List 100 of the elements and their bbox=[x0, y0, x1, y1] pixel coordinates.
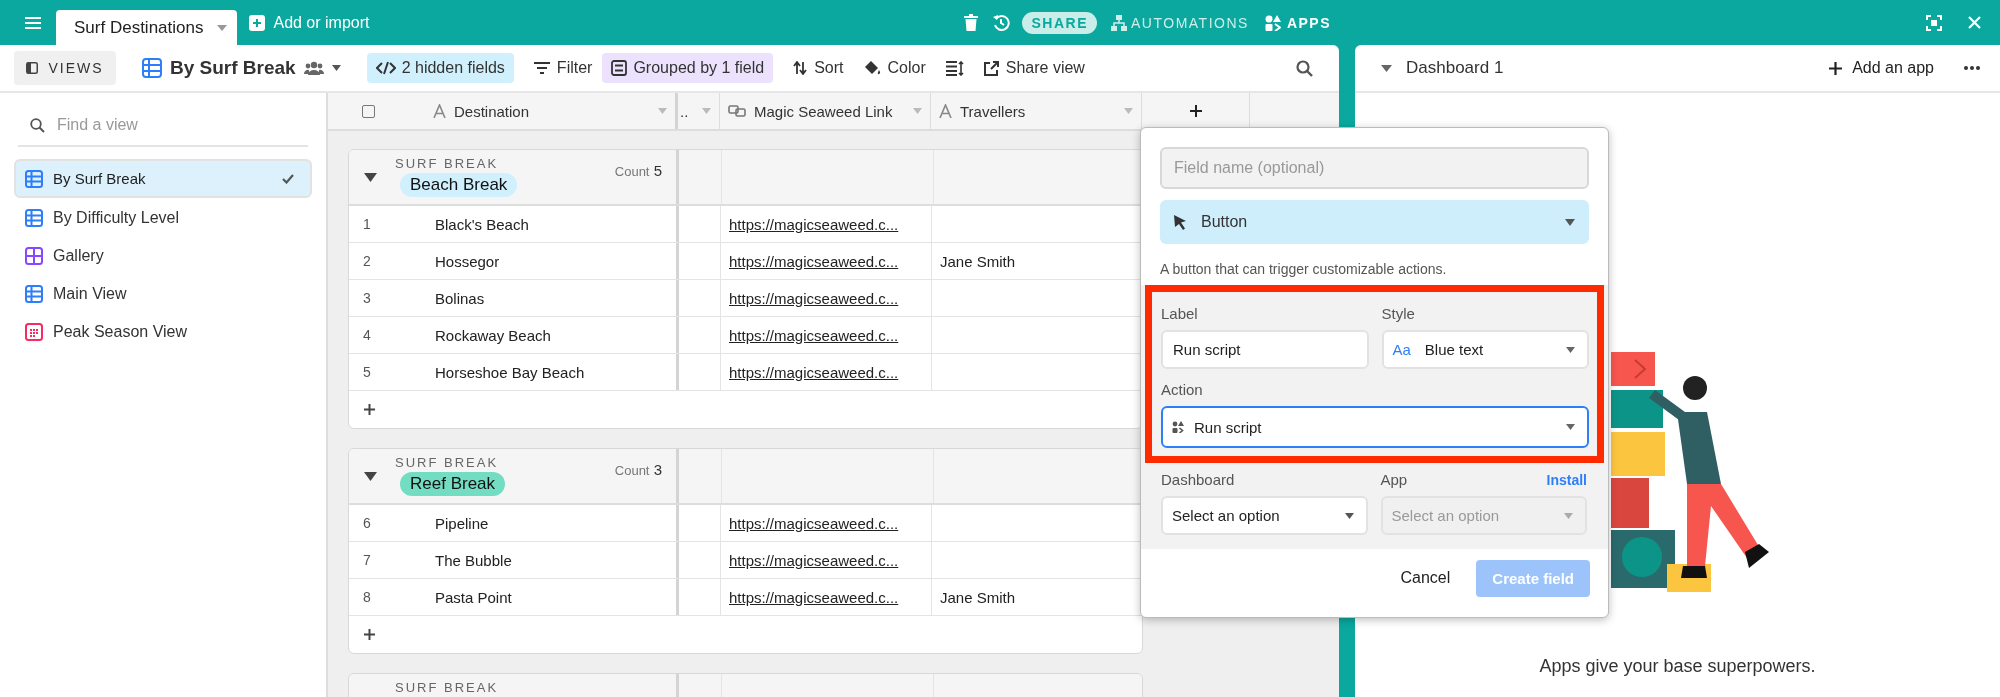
caret-icon[interactable] bbox=[1381, 64, 1392, 72]
plus-square-icon bbox=[249, 14, 266, 31]
field-name-input[interactable]: Field name (optional) bbox=[1160, 147, 1589, 189]
group-count: Count 3 bbox=[614, 460, 662, 478]
view-switcher[interactable]: By Surf Break bbox=[142, 57, 341, 79]
share-view-button[interactable]: Share view bbox=[983, 59, 1085, 77]
link[interactable]: https://magicseaweed.c... bbox=[729, 588, 899, 606]
add-row-icon[interactable] bbox=[364, 629, 375, 640]
row-number: 5 bbox=[362, 364, 372, 380]
close-icon[interactable] bbox=[1968, 16, 1981, 29]
table-cell: Horseshoe Bay Beach bbox=[435, 363, 585, 381]
group-field-label: SURF BREAK bbox=[395, 156, 499, 171]
view-item[interactable]: By Surf Break bbox=[14, 159, 312, 198]
people-icon bbox=[303, 61, 324, 75]
grid-icon bbox=[142, 58, 162, 78]
more-icon[interactable] bbox=[1964, 66, 1980, 70]
grid-icon bbox=[25, 284, 43, 303]
group-value-tag: Beach Break bbox=[400, 173, 518, 197]
group-field-label: SURF BREAK bbox=[395, 680, 499, 695]
field-caption: Label bbox=[1161, 305, 1199, 322]
shapes-icon bbox=[1264, 14, 1281, 31]
row-number: 8 bbox=[362, 589, 372, 605]
collapse-caret-icon[interactable] bbox=[364, 172, 377, 182]
style-select[interactable]: Aa Blue text bbox=[1381, 330, 1589, 369]
table-cell: Rockaway Beach bbox=[435, 326, 551, 344]
cursor-icon bbox=[1173, 214, 1187, 230]
row-number: 4 bbox=[362, 327, 372, 343]
caret-icon bbox=[1344, 512, 1354, 519]
link[interactable]: https://magicseaweed.c... bbox=[729, 289, 899, 307]
empty-state-message: Apps give your base superpowers. bbox=[1539, 656, 1816, 677]
link[interactable]: https://magicseaweed.c... bbox=[729, 252, 899, 270]
view-item[interactable]: Peak Season View bbox=[14, 313, 312, 350]
column-header[interactable]: Destination bbox=[328, 93, 678, 129]
group-list-icon bbox=[611, 60, 628, 76]
caret-icon bbox=[1566, 346, 1575, 353]
style-sample: Aa bbox=[1392, 341, 1411, 358]
collapse-caret-icon[interactable] bbox=[364, 471, 377, 481]
caret-icon bbox=[913, 108, 922, 114]
dashboard-title[interactable]: Dashboard 1 bbox=[1406, 58, 1504, 78]
plus-icon bbox=[1189, 105, 1202, 117]
base-tab[interactable]: Surf Destinations bbox=[56, 10, 238, 45]
link[interactable]: https://magicseaweed.c... bbox=[729, 551, 899, 569]
column-header[interactable]: .. bbox=[678, 93, 720, 129]
link[interactable]: https://magicseaweed.c... bbox=[729, 363, 899, 381]
caret-icon bbox=[702, 108, 711, 114]
menu-icon[interactable] bbox=[25, 15, 41, 30]
grouped-button[interactable]: Grouped by 1 field bbox=[602, 53, 774, 83]
check-icon bbox=[282, 173, 294, 184]
row-number: 1 bbox=[362, 216, 372, 232]
table-cell: Bolinas bbox=[435, 289, 485, 307]
search-icon bbox=[30, 117, 45, 133]
table-cell: Black's Beach bbox=[435, 215, 529, 233]
search-icon[interactable] bbox=[1296, 59, 1313, 77]
link[interactable]: https://magicseaweed.c... bbox=[729, 215, 899, 233]
view-item[interactable]: By Difficulty Level bbox=[14, 199, 312, 236]
grid-icon bbox=[25, 208, 43, 227]
cancel-button[interactable]: Cancel bbox=[1400, 569, 1451, 587]
add-app-button[interactable]: Add an app bbox=[1829, 59, 1934, 77]
field-caption: Action bbox=[1161, 381, 1204, 398]
link-icon bbox=[728, 105, 746, 117]
text-type-icon bbox=[433, 104, 446, 118]
plus-icon bbox=[1829, 61, 1843, 75]
trash-icon[interactable] bbox=[964, 14, 979, 31]
group-count: Count 5 bbox=[614, 161, 662, 179]
row-number: 3 bbox=[362, 290, 372, 306]
color-button[interactable]: Color bbox=[863, 59, 926, 77]
row-height-icon[interactable] bbox=[945, 60, 964, 76]
sort-button[interactable]: Sort bbox=[793, 59, 844, 77]
caret-icon bbox=[1124, 108, 1133, 114]
link[interactable]: https://magicseaweed.c... bbox=[729, 326, 899, 344]
field-caption: Dashboard bbox=[1161, 471, 1236, 488]
history-icon[interactable] bbox=[992, 13, 1011, 32]
field-caption: Style bbox=[1381, 305, 1416, 322]
column-header[interactable]: Magic Seaweed Link bbox=[720, 93, 931, 129]
table-cell: Hossegor bbox=[435, 252, 500, 270]
caret-icon bbox=[331, 65, 341, 71]
fullscreen-icon[interactable] bbox=[1926, 14, 1942, 31]
checkbox[interactable] bbox=[362, 104, 375, 118]
paint-bucket-icon bbox=[863, 60, 881, 76]
field-caption: App bbox=[1380, 471, 1408, 488]
gallery-icon bbox=[25, 246, 43, 265]
view-item[interactable]: Gallery bbox=[14, 237, 312, 274]
field-type-select[interactable]: Button bbox=[1160, 200, 1589, 244]
field-description: A button that can trigger customizable actions. bbox=[1160, 261, 1448, 277]
filter-icon bbox=[533, 62, 550, 74]
hidden-fields-button[interactable]: 2 hidden fields bbox=[366, 53, 514, 83]
action-select[interactable]: Run script bbox=[1161, 406, 1589, 448]
link[interactable]: https://magicseaweed.c... bbox=[729, 514, 899, 532]
caret-icon bbox=[658, 108, 667, 114]
row-number: 6 bbox=[362, 515, 372, 531]
text-type-icon bbox=[939, 104, 952, 118]
column-header[interactable]: Travellers bbox=[931, 93, 1142, 129]
flow-icon bbox=[1111, 14, 1127, 31]
group-value-tag: Reef Break bbox=[400, 472, 506, 496]
label-input[interactable]: Run script bbox=[1161, 330, 1369, 369]
view-item[interactable]: Main View bbox=[14, 275, 312, 312]
filter-button[interactable]: Filter bbox=[533, 59, 593, 77]
views-button[interactable]: VIEWS bbox=[14, 51, 116, 85]
add-row-icon[interactable] bbox=[364, 404, 375, 415]
dashboard-select[interactable]: Select an option bbox=[1161, 496, 1368, 535]
